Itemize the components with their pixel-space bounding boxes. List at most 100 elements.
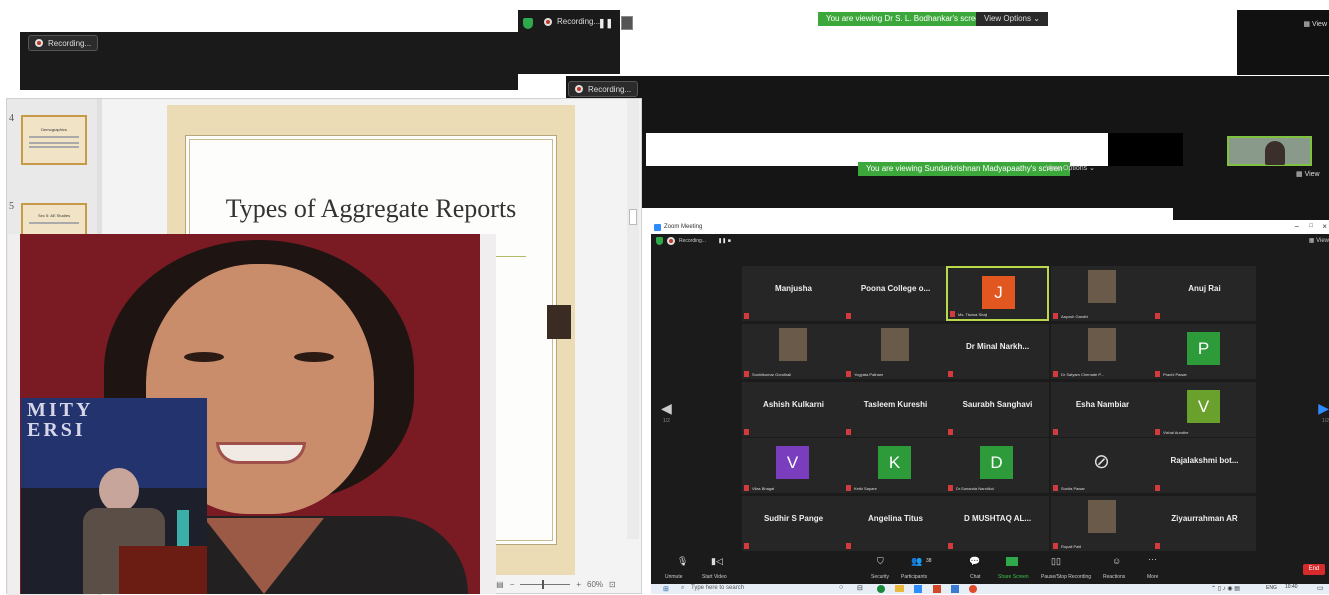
participant-tile[interactable]: Dr Minal Narkh... bbox=[946, 324, 1049, 379]
participant-tile[interactable]: Anuj Rai bbox=[1153, 266, 1256, 321]
cortana-icon[interactable]: ○ bbox=[839, 584, 843, 591]
language-indicator[interactable]: ENG bbox=[1266, 585, 1277, 591]
media-icon[interactable] bbox=[969, 585, 977, 593]
muted-mic-icon bbox=[1155, 313, 1160, 319]
participant-tile[interactable]: V Vishal Aundhe bbox=[1153, 382, 1256, 437]
more-label[interactable]: More bbox=[1147, 574, 1158, 580]
taskbar-search-input[interactable]: Type here to search bbox=[691, 585, 744, 591]
participant-tile[interactable]: Rajalakshmi bot... bbox=[1153, 438, 1256, 493]
recording-indicator[interactable]: Recording... bbox=[28, 35, 99, 51]
participant-label: Dr Satyam Chemate P... bbox=[1061, 372, 1104, 377]
scrollbar-thumb[interactable] bbox=[629, 209, 637, 225]
participants-label[interactable]: Participants bbox=[901, 574, 927, 580]
view-options-button[interactable]: View Options ⌄ bbox=[976, 12, 1048, 26]
view-button[interactable]: ▦ View bbox=[1303, 20, 1327, 28]
pause-icon[interactable]: ❚❚ ■ bbox=[718, 238, 731, 244]
participant-tile[interactable]: Sudhir S Pange bbox=[742, 496, 845, 551]
participant-tile[interactable]: Ashish Kulkarni bbox=[742, 382, 845, 437]
slide-thumbnail-4[interactable]: Demographics bbox=[21, 115, 87, 165]
participant-tile[interactable]: Poona College o... bbox=[844, 266, 947, 321]
zoom-slider[interactable] bbox=[520, 579, 571, 589]
reactions-label[interactable]: Reactions bbox=[1103, 574, 1125, 580]
participant-photo bbox=[1088, 328, 1116, 361]
notifications-icon[interactable]: ▭ bbox=[1317, 584, 1324, 592]
participant-tile[interactable]: Esha Nambiar bbox=[1051, 382, 1154, 437]
muted-mic-icon bbox=[744, 485, 749, 491]
participant-tile[interactable]: Angelina Titus bbox=[844, 496, 947, 551]
close-button[interactable]: × bbox=[1322, 222, 1327, 231]
view-options-button[interactable]: View Options ⌄ bbox=[1046, 164, 1095, 172]
file-explorer-icon[interactable] bbox=[895, 585, 904, 592]
pause-recording-icon[interactable]: ▯▯ bbox=[1051, 556, 1061, 567]
participant-tile[interactable]: Saurabh Sanghavi bbox=[946, 382, 1049, 437]
thumbnail-title: Sec 5: AE Studies bbox=[37, 213, 71, 218]
tray-icons[interactable]: ⌃ ▯ ♪ ◉ ▤ bbox=[1211, 585, 1240, 592]
participant-tile[interactable]: Tasleem Kureshi bbox=[844, 382, 947, 437]
screen-share-bar: Recording... ❚❚ You are viewing Dr S. L.… bbox=[518, 10, 1329, 38]
recording-indicator[interactable]: Recording... ❚❚ ■ bbox=[656, 237, 731, 245]
slide-nav-tab[interactable] bbox=[547, 305, 571, 339]
windows-start-icon[interactable]: ⊞ bbox=[663, 585, 669, 593]
recording-indicator[interactable]: Recording... bbox=[568, 81, 639, 97]
more-icon[interactable]: ··· bbox=[1148, 554, 1157, 564]
zoom-out-icon[interactable]: − bbox=[510, 580, 515, 589]
participant-tile[interactable]: Aayush Gandhi bbox=[1051, 266, 1154, 321]
word-icon[interactable] bbox=[951, 585, 959, 593]
prev-page-icon[interactable]: ◀ bbox=[661, 400, 672, 417]
participant-tile[interactable]: K Ketki Sapare bbox=[844, 438, 947, 493]
participant-tile[interactable]: P Prachi Pawar bbox=[1153, 324, 1256, 379]
share-screen-label[interactable]: Share Screen bbox=[998, 574, 1029, 580]
chrome-icon[interactable] bbox=[877, 585, 885, 593]
minimize-button[interactable]: − bbox=[1294, 222, 1299, 231]
editor-scrollbar[interactable] bbox=[627, 99, 639, 539]
participant-tile[interactable]: Dr Satyam Chemate P... bbox=[1051, 324, 1154, 379]
share-screen-icon[interactable] bbox=[1006, 557, 1018, 566]
view-reading-icon[interactable]: ▤ bbox=[496, 580, 504, 589]
speaker-thumbnail[interactable] bbox=[1227, 136, 1312, 166]
participant-label: Yogyata Pathare bbox=[854, 372, 884, 377]
participant-tile[interactable]: Rupali Patil bbox=[1051, 496, 1154, 551]
next-page-icon[interactable]: ▶ bbox=[1318, 400, 1329, 417]
security-icon[interactable]: ⛉ bbox=[877, 556, 884, 567]
participant-tile[interactable]: D MUSHTAQ AL... bbox=[946, 496, 1049, 551]
recording-indicator[interactable]: Recording... bbox=[544, 17, 600, 26]
inset-podium bbox=[119, 546, 207, 594]
fit-slide-icon[interactable]: ⊡ bbox=[609, 580, 616, 589]
zoom-taskbar-icon[interactable] bbox=[914, 585, 922, 593]
maximize-button[interactable]: □ bbox=[1309, 223, 1313, 229]
clock[interactable]: 10:40 bbox=[1285, 584, 1298, 590]
zoom-slider-thumb[interactable] bbox=[542, 579, 545, 589]
video-off-icon[interactable]: ▮◁ bbox=[711, 556, 723, 567]
participant-tile[interactable]: D Dr.Sunanda Nandikol bbox=[946, 438, 1049, 493]
participant-tile[interactable]: Manjusha bbox=[742, 266, 845, 321]
pause-recording-label[interactable]: Pause/Stop Recording bbox=[1041, 574, 1091, 580]
participant-tile[interactable]: Yogyata Pathare bbox=[844, 324, 947, 379]
task-view-icon[interactable]: ⊟ bbox=[857, 584, 863, 592]
powerpoint-icon[interactable] bbox=[933, 585, 941, 593]
participant-tile[interactable]: V Vilas Bhagat bbox=[742, 438, 845, 493]
muted-mic-icon bbox=[1053, 543, 1058, 549]
zoom-in-icon[interactable]: + bbox=[576, 580, 581, 589]
chat-icon[interactable]: 💬 bbox=[969, 556, 980, 567]
start-video-label[interactable]: Start Video bbox=[702, 574, 727, 580]
microphone-muted-icon[interactable]: 🎙 bbox=[677, 556, 688, 567]
end-meeting-button[interactable]: End bbox=[1303, 564, 1325, 575]
inset-head bbox=[99, 468, 139, 512]
participants-icon[interactable]: 👥 bbox=[911, 556, 922, 567]
search-icon[interactable]: ⌕ bbox=[681, 585, 684, 592]
pause-icon[interactable]: ❚❚ bbox=[598, 18, 613, 29]
stop-icon[interactable] bbox=[621, 16, 633, 30]
zoom-level[interactable]: 60% bbox=[587, 580, 603, 589]
participant-tile[interactable]: ⊘ Sunita Pawar bbox=[1051, 438, 1154, 493]
security-label[interactable]: Security bbox=[871, 574, 889, 580]
participant-tile[interactable]: Ziyaurrahman AR bbox=[1153, 496, 1256, 551]
unmute-label[interactable]: Unmute bbox=[665, 574, 683, 580]
participant-tile[interactable]: Sushilkumar Gondhali bbox=[742, 324, 845, 379]
chat-label[interactable]: Chat bbox=[970, 574, 981, 580]
reactions-icon[interactable]: ☺ bbox=[1112, 556, 1121, 566]
participant-label: Ms. Tiwara Shaji bbox=[958, 312, 988, 317]
participant-tile[interactable]: J Ms. Tiwara Shaji bbox=[946, 266, 1049, 321]
recording-label: Recording... bbox=[588, 84, 632, 94]
view-button[interactable]: ▦ View bbox=[1296, 170, 1320, 178]
view-button[interactable]: ▦ View bbox=[1309, 237, 1329, 244]
